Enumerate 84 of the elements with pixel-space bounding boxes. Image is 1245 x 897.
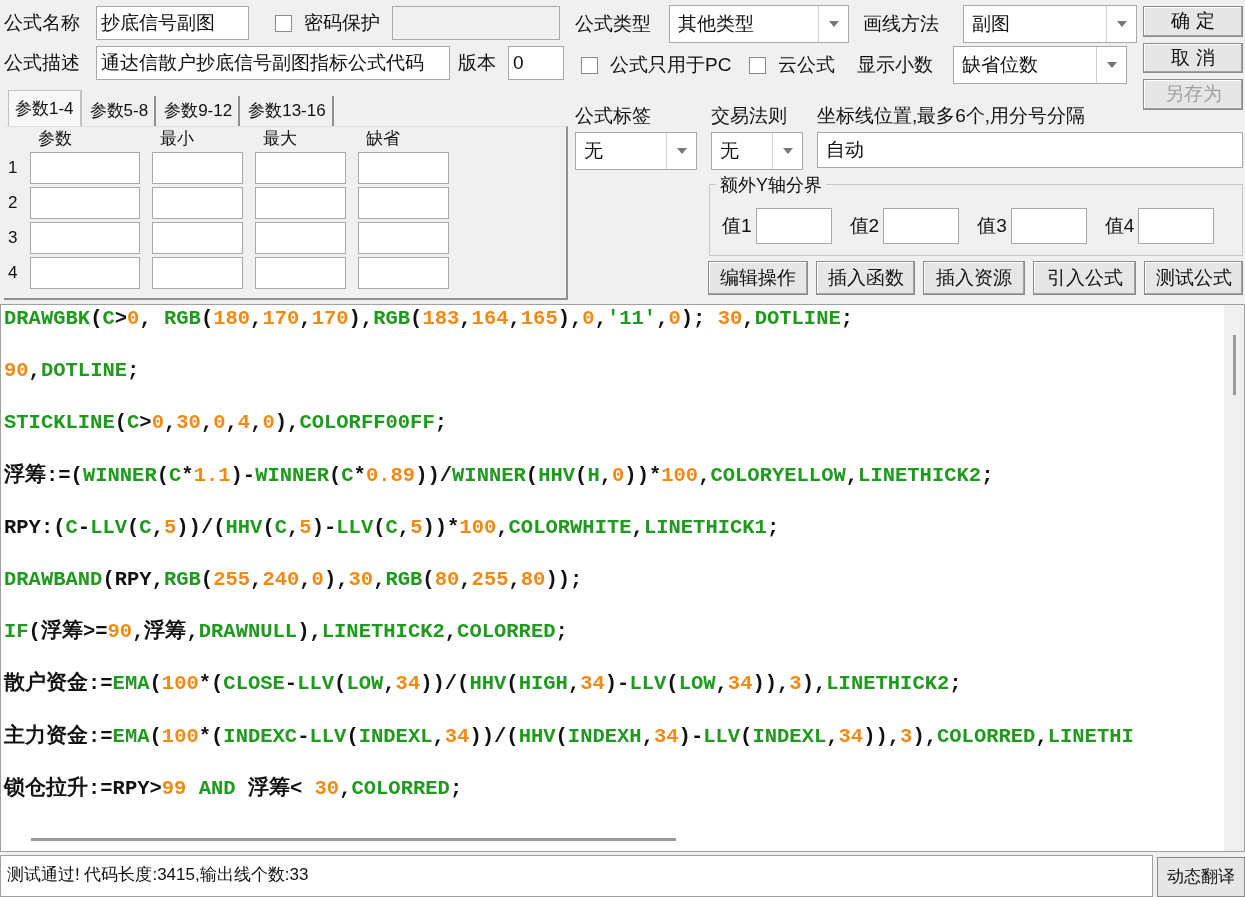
param-field[interactable]: [152, 221, 243, 254]
field-label: 公式标签: [575, 104, 652, 128]
param-field[interactable]: [30, 221, 140, 254]
vertical-scrollbar[interactable]: [1224, 305, 1244, 851]
dialog-button[interactable]: 取 消: [1143, 42, 1243, 73]
field-label: 坐标线位置,最多6个,用分号分隔: [817, 104, 1087, 128]
param-field[interactable]: [152, 151, 243, 184]
row-number: 1: [8, 156, 19, 179]
caret-icon: [1106, 62, 1117, 68]
dialog-button[interactable]: 测试公式: [1144, 261, 1243, 295]
field-label: 公式只用于PC: [610, 52, 732, 77]
column-header: 最小: [160, 128, 195, 150]
code-line: 浮筹:=(WINNER(C*1.1)-WINNER(C*0.89))/WINNER(HHV(H,0))*100,COLORYELLOW,LINETHICK2;: [3, 462, 994, 489]
column-header: 参数: [38, 128, 73, 150]
caret-icon: [676, 148, 687, 154]
field-label: 交易法则: [711, 104, 788, 128]
dialog-button[interactable]: 确 定: [1143, 6, 1243, 37]
code-line: STICKLINE(C>0,30,0,4,0),COLORFF00FF;: [3, 410, 447, 437]
dropdown[interactable]: 缺省位数: [953, 46, 1128, 84]
value-field[interactable]: [1010, 208, 1087, 244]
code-line: DRAWBAND(RPY,RGB(255,240,0),30,RGB(80,255,80));: [3, 566, 583, 593]
field-label: 值1: [722, 213, 752, 238]
checkbox[interactable]: [581, 56, 598, 74]
param-field[interactable]: [255, 186, 346, 219]
checkbox[interactable]: [275, 14, 292, 32]
field-label: 画线方法: [863, 11, 940, 36]
code-line: 锁仓拉升:=RPY>99 AND 浮筹< 30,COLORRED;: [2, 775, 463, 802]
text-field[interactable]: 0: [508, 46, 564, 80]
param-field[interactable]: [152, 256, 243, 289]
field-label: 公式描述: [4, 50, 81, 75]
translate-button[interactable]: 动态翻译: [1157, 857, 1245, 897]
code-line: 散户资金:=EMA(100*(CLOSE-LLV(LOW,34))/(HHV(HIGH,34)-LLV(LOW,34)),3),LINETHICK2;: [2, 671, 962, 698]
param-field[interactable]: [358, 151, 449, 184]
text-field[interactable]: 通达信散户抄底信号副图指标公式代码: [96, 46, 450, 80]
param-field[interactable]: [358, 256, 449, 289]
code-line: 主力资金:=EMA(100*(INDEXC-LLV(INDEXL,34))/(HHV(INDEXH,34)-LLV(INDEXL,34)),3),COLORRED,LINETHI: [3, 723, 1134, 750]
dialog-button[interactable]: 编辑操作: [708, 261, 808, 295]
value-field[interactable]: [1138, 208, 1215, 244]
tab[interactable]: 参数1-4: [8, 90, 82, 126]
field-label: 密码保护: [304, 10, 380, 35]
status-field: 测试通过! 代码长度:3415,输出线个数:33: [0, 855, 1153, 897]
param-field[interactable]: [30, 151, 140, 184]
param-field[interactable]: [152, 186, 243, 219]
value-field[interactable]: [755, 208, 832, 244]
code-editor[interactable]: [0, 304, 1245, 852]
dropdown[interactable]: 无: [711, 132, 803, 170]
dialog-button[interactable]: 插入函数: [816, 261, 915, 295]
param-field[interactable]: [30, 186, 140, 219]
text-field[interactable]: 抄底信号副图: [96, 6, 249, 40]
param-field[interactable]: [358, 221, 449, 254]
caret-icon: [782, 148, 793, 154]
dialog-button[interactable]: 引入公式: [1033, 261, 1136, 295]
field-label: 值2: [849, 213, 880, 238]
value-field[interactable]: [883, 208, 960, 244]
field-label: 公式名称: [4, 10, 81, 35]
field-label: 云公式: [778, 52, 836, 77]
code-line: RPY:(C-LLV(C,5))/(HHV(C,5)-LLV(C,5))*100,COLORWHITE,LINETHICK1;: [3, 514, 780, 541]
dropdown[interactable]: 无: [575, 132, 697, 170]
param-field[interactable]: [255, 221, 346, 254]
param-field[interactable]: [358, 186, 449, 219]
code-line: DRAWGBK(C>0, RGB(180,170,170),RGB(183,164,165),0,'11',0); 30,DOTLINE;: [3, 306, 854, 332]
dialog-button[interactable]: 插入资源: [923, 261, 1025, 295]
dropdown[interactable]: 副图: [963, 5, 1137, 43]
field-label: 显示小数: [857, 52, 935, 77]
password-field[interactable]: [392, 6, 560, 40]
column-header: 最大: [263, 128, 298, 150]
caret-icon: [828, 21, 839, 27]
dropdown[interactable]: 其他类型: [669, 5, 849, 43]
field-label: 值4: [1104, 213, 1135, 238]
caret-icon: [1116, 21, 1127, 27]
row-number: 4: [8, 261, 19, 284]
param-field[interactable]: [30, 256, 140, 289]
param-field[interactable]: [255, 151, 346, 184]
row-number: 3: [8, 226, 19, 249]
column-header: 缺省: [366, 128, 401, 150]
param-field[interactable]: [255, 256, 346, 289]
field-label: 值3: [977, 213, 1007, 238]
row-number: 2: [8, 191, 19, 214]
code-line: IF(浮筹>=90,浮筹,DRAWNULL),LINETHICK2,COLORRED;: [3, 619, 568, 646]
checkbox[interactable]: [749, 56, 767, 74]
field-label: 公式类型: [575, 11, 652, 36]
text-field[interactable]: 自动: [817, 132, 1243, 168]
code-line: 90,DOTLINE;: [3, 358, 140, 385]
field-label: 版本: [458, 50, 497, 75]
